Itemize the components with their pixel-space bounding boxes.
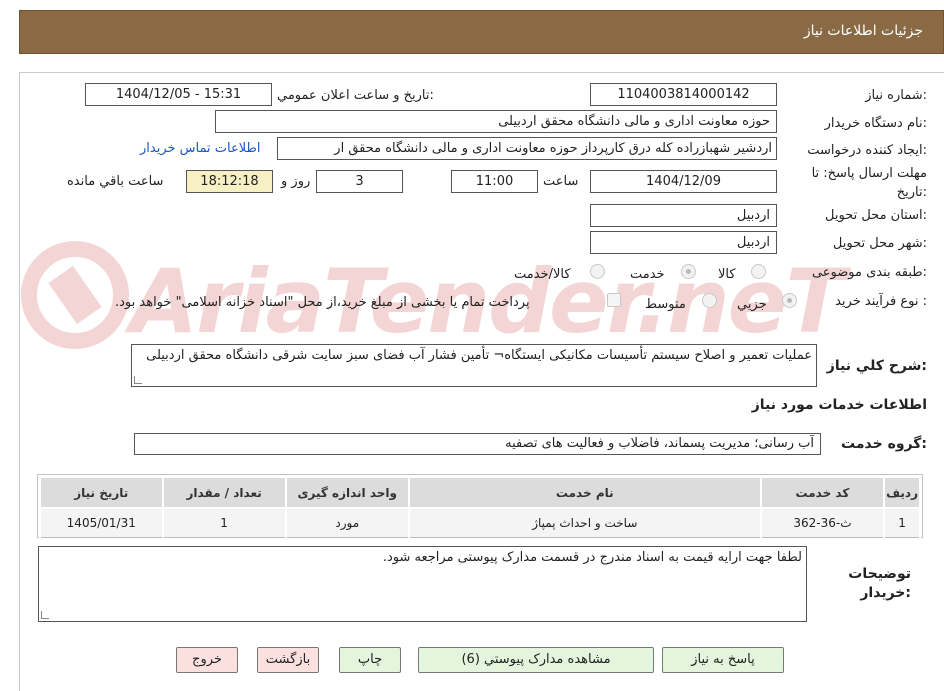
resize-handle-icon[interactable] (134, 376, 142, 384)
table-header-row: رديف کد خدمت نام خدمت واحد اندازه گيری ت… (39, 476, 921, 509)
col-quantity: تعداد / مقدار (161, 476, 287, 509)
requester-field: اردشیر شهبازراده کله درق کارپرداز حوزه م… (277, 137, 777, 160)
remaining-days-field: 3 (316, 170, 403, 193)
category-radio-service[interactable] (681, 264, 696, 279)
description-text: عملیات تعمیر و اصلاح سیستم تأسیسات مکانی… (146, 348, 812, 363)
category-option-service: خدمت (630, 267, 665, 282)
buyer-notes-field: لطفا جهت ارایه قیمت به اسناد مندرج در قس… (38, 546, 807, 622)
service-group-field: آب رسانی؛ مدیریت پسماند، فاضلاب و فعالیت… (134, 433, 821, 455)
category-option-goods-service: کالا/خدمت (514, 267, 571, 282)
buyer-notes-text: لطفا جهت ارایه قیمت به اسناد مندرج در قس… (382, 550, 802, 565)
announce-date-field: 1404/12/05 - 15:31 (85, 83, 272, 106)
back-button[interactable]: بازگشت (257, 647, 319, 673)
province-field: اردبیل (590, 204, 777, 227)
process-radio-minor[interactable] (782, 293, 797, 308)
remaining-time-label: ساعت باقي مانده (67, 174, 164, 189)
view-attachments-button[interactable]: مشاهده مدارک پيوستي (6) (418, 647, 654, 673)
col-need-date: تاريخ نياز (39, 476, 164, 509)
category-radio-goods[interactable] (751, 264, 766, 279)
col-unit: واحد اندازه گيری (284, 476, 410, 509)
cell-quantity: 1 (161, 507, 287, 538)
cell-need-date: 1405/01/31 (39, 507, 164, 538)
process-type-label: نوع فرآيند خرید : (835, 294, 927, 309)
city-field: اردبیل (590, 231, 777, 254)
resize-handle-icon[interactable] (41, 611, 49, 619)
deadline-time-label: ساعت (543, 174, 579, 189)
table-row: 1 ث-36-362 ساخت و احداث پمپاژ مورد 1 140… (39, 507, 921, 538)
service-group-label: گروه خدمت: (841, 436, 927, 452)
need-number-label: شماره نیاز: (865, 88, 927, 103)
remaining-time-field: 18:12:18 (186, 170, 273, 193)
description-field: عملیات تعمیر و اصلاح سیستم تأسیسات مکانی… (131, 344, 817, 387)
buyer-org-label: نام دستگاه خريدار: (824, 116, 927, 131)
need-number-field: 1104003814000142 (590, 83, 777, 106)
cell-unit: مورد (284, 507, 410, 538)
description-label: شرح کلي نياز: (826, 358, 927, 374)
reply-to-need-button[interactable]: پاسخ به نياز (662, 647, 784, 673)
requester-label: ايجاد کننده درخواست: (807, 143, 927, 158)
deadline-time-field: 11:00 (451, 170, 538, 193)
buyer-contact-link[interactable]: اطلاعات تماس خريدار (140, 141, 260, 156)
treasury-payment-checkbox[interactable] (607, 293, 621, 307)
print-button[interactable]: چاپ (339, 647, 401, 673)
category-label: طبقه بندی موضوعی: (811, 265, 927, 280)
announce-date-label: تاریخ و ساعت اعلان عمومي: (277, 88, 434, 103)
cell-row-number: 1 (883, 507, 921, 538)
deadline-date-field: 1404/12/09 (590, 170, 777, 193)
category-radio-goods-service[interactable] (590, 264, 605, 279)
process-radio-medium[interactable] (702, 293, 717, 308)
col-row-number: رديف (883, 476, 921, 509)
col-service-name: نام خدمت (407, 476, 762, 509)
cell-service-code: ث-36-362 (759, 507, 886, 538)
services-section-title: اطلاعات خدمات مورد نیاز (751, 397, 927, 413)
city-label: شهر محل تحویل: (832, 236, 927, 251)
buyer-notes-label-line2: خریدار: (860, 585, 911, 601)
process-option-medium: متوسط (645, 297, 686, 312)
category-option-goods: کالا (718, 267, 736, 282)
page-header: جزئیات اطلاعات نیاز (19, 10, 944, 54)
services-table: رديف کد خدمت نام خدمت واحد اندازه گيری ت… (39, 476, 921, 538)
cell-service-name: ساخت و احداث پمپاژ (407, 507, 762, 538)
treasury-payment-note: پرداخت تمام يا بخشی از مبلغ خريد،از محل … (115, 295, 530, 310)
buyer-notes-label: توضیحات (848, 566, 911, 582)
page-title: جزئیات اطلاعات نیاز (803, 23, 923, 39)
buyer-org-field: حوزه معاونت اداری و مالی دانشگاه محقق ار… (215, 110, 777, 133)
col-service-code: کد خدمت (759, 476, 886, 509)
deadline-label: مهلت ارسال پاسخ: تا (811, 166, 927, 181)
deadline-label-line2: تاریخ: (896, 185, 927, 200)
exit-button[interactable]: خروج (176, 647, 238, 673)
days-label: روز و (281, 174, 311, 189)
province-label: استان محل تحویل: (825, 208, 927, 223)
process-option-minor: جزيي (737, 297, 767, 312)
